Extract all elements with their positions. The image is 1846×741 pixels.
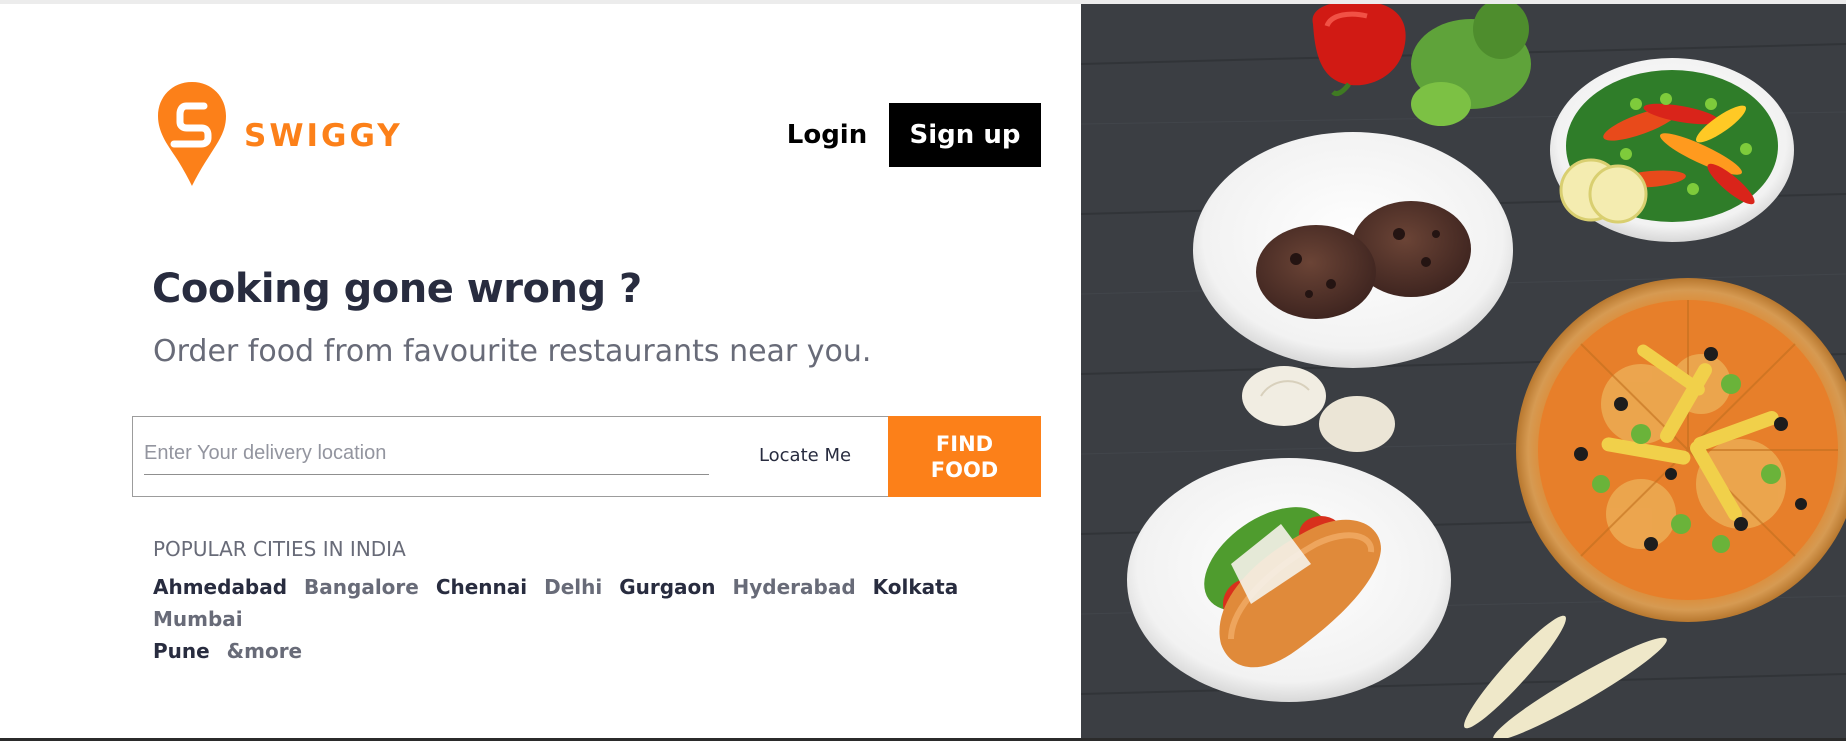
city-link-kolkata[interactable]: Kolkata (873, 571, 959, 603)
city-link-bangalore[interactable]: Bangalore (304, 571, 419, 603)
sandwich-plate (1127, 458, 1451, 702)
find-food-label-line1: FIND (935, 431, 994, 456)
city-link-delhi[interactable]: Delhi (544, 571, 602, 603)
hero-title: Cooking gone wrong ? (152, 266, 642, 312)
salad-bowl (1550, 58, 1794, 242)
delivery-location-input[interactable] (144, 433, 709, 475)
login-button[interactable]: Login (772, 103, 882, 167)
find-food-button[interactable]: FIND FOOD (888, 416, 1041, 497)
food-hero-image (1081, 4, 1846, 738)
pizza (1516, 278, 1846, 622)
city-link-gurgaon[interactable]: Gurgaon (619, 571, 715, 603)
locate-me-button[interactable]: Locate Me (745, 435, 865, 477)
food-spread-photo-icon (1081, 4, 1846, 738)
signup-button[interactable]: Sign up (889, 103, 1041, 167)
city-link-pune[interactable]: Pune (153, 635, 210, 667)
city-link-more[interactable]: &more (227, 635, 302, 667)
popular-cities-heading: POPULAR CITIES IN INDIA (153, 537, 406, 561)
city-link-chennai[interactable]: Chennai (436, 571, 527, 603)
find-food-label-line2: FOOD (930, 457, 999, 482)
hero-subtitle: Order food from favourite restaurants ne… (153, 334, 872, 369)
cookies-plate (1193, 132, 1513, 368)
swiggy-logo[interactable]: SWIGGY (156, 80, 400, 190)
city-link-mumbai[interactable]: Mumbai (153, 603, 243, 635)
landing-left-panel: SWIGGY Login Sign up Cooking gone wrong … (0, 4, 1081, 738)
location-search-bar: Locate Me FIND FOOD (132, 416, 1041, 497)
popular-cities-list: Ahmedabad Bangalore Chennai Delhi Gurgao… (153, 571, 1013, 667)
swiggy-logo-icon (158, 82, 226, 186)
brand-wordmark: SWIGGY (244, 118, 403, 154)
city-link-ahmedabad[interactable]: Ahmedabad (153, 571, 287, 603)
city-link-hyderabad[interactable]: Hyderabad (732, 571, 855, 603)
